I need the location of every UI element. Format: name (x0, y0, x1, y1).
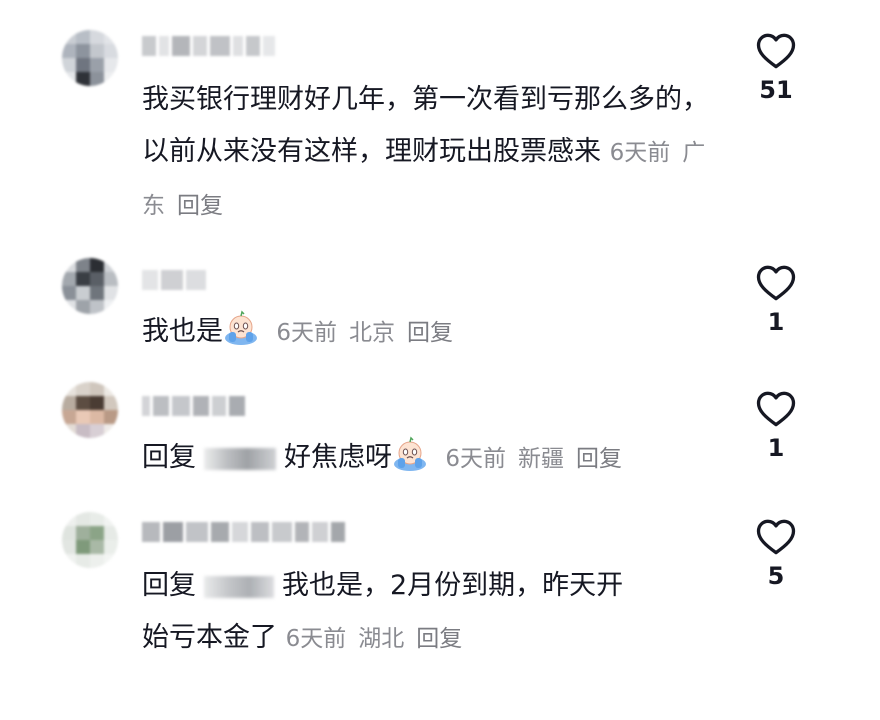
crying-emoji-icon (394, 436, 426, 471)
like-control: 51 (748, 30, 804, 104)
comment-time: 6天前 (276, 320, 337, 346)
reply-prefix: 回复 (142, 570, 196, 601)
username-blurred[interactable] (142, 36, 275, 58)
like-count: 5 (767, 562, 785, 590)
comment-text: 回复 我也是，2月份到期，昨天开 始亏本金了 6天前 湖北 回复 (142, 560, 722, 665)
like-count: 1 (767, 308, 785, 336)
comment-location: 湖北 (358, 626, 405, 652)
like-control: 1 (748, 388, 804, 462)
mentioned-user-blurred[interactable] (204, 575, 274, 598)
username-blurred[interactable] (142, 522, 345, 544)
comment-body-line2: 始亏本金了 (142, 622, 277, 653)
like-control: 1 (748, 262, 804, 336)
like-count: 1 (767, 434, 785, 462)
reply-button[interactable]: 回复 (407, 320, 453, 346)
reply-prefix: 回复 (142, 442, 196, 473)
avatar[interactable] (62, 382, 118, 438)
comment-time: 6天前 (609, 140, 671, 166)
comment-location: 北京 (348, 320, 395, 346)
username-blurred[interactable] (142, 396, 245, 418)
comment-body: 我也是 (142, 316, 223, 347)
reply-button[interactable]: 回复 (576, 446, 622, 472)
heart-outline-icon[interactable] (755, 30, 797, 70)
comment-text: 回复 好焦虑呀 6天前 新疆 回复 (142, 432, 722, 485)
reply-button[interactable]: 回复 (177, 193, 223, 219)
heart-outline-icon[interactable] (755, 262, 797, 302)
heart-outline-icon[interactable] (755, 388, 797, 428)
like-control: 5 (748, 516, 804, 590)
comment-body: 好焦虑呀 (284, 442, 392, 473)
comment-body-line1: 我也是，2月份到期，昨天开 (282, 570, 624, 601)
avatar[interactable] (62, 512, 118, 568)
avatar[interactable] (62, 258, 118, 314)
mentioned-user-blurred[interactable] (204, 447, 276, 470)
crying-emoji-icon (225, 310, 257, 345)
comment-text: 我买银行理财好几年，第一次看到亏那么多的，以前从来没有这样，理财玩出股票感来 6… (142, 74, 722, 232)
username-blurred[interactable] (142, 270, 206, 292)
comment-time: 6天前 (445, 446, 506, 472)
comment-text: 我也是 6天前 北京 回复 (142, 306, 722, 359)
comment-time: 6天前 (285, 626, 347, 652)
reply-button[interactable]: 回复 (416, 626, 462, 652)
like-count: 51 (759, 76, 793, 104)
comment-location: 新疆 (517, 446, 564, 472)
avatar[interactable] (62, 30, 118, 86)
heart-outline-icon[interactable] (755, 516, 797, 556)
